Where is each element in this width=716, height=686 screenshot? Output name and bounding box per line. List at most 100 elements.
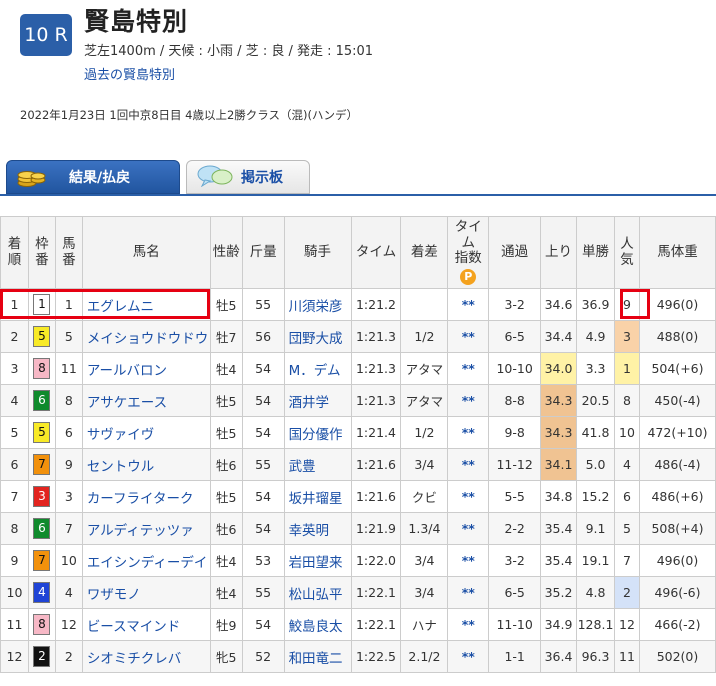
cell-body: 488(0) xyxy=(638,320,716,353)
jockey-link[interactable]: 幸英明 xyxy=(283,512,352,545)
cell-weight: 52 xyxy=(241,640,285,673)
cell-waku: 7 xyxy=(27,544,56,577)
tab-board[interactable]: 掲示板 xyxy=(186,160,310,194)
results-table: 着順 枠番 馬番 馬名 性齢 斤量 騎手 タイム 着差 タイム 指数 P 通過 上り… xyxy=(0,216,716,673)
cell-weight: 56 xyxy=(241,320,285,353)
cell-umaban: 3 xyxy=(54,480,83,513)
horse-name-link[interactable]: エイシンディーデイ xyxy=(81,544,211,577)
tab-result-label: 結果/払戻 xyxy=(69,170,131,186)
cell-sexage: 牝5 xyxy=(209,640,243,673)
cell-rank: 7 xyxy=(0,480,29,513)
jockey-link[interactable]: 国分優作 xyxy=(283,416,352,449)
cell-passing: 10-10 xyxy=(488,352,542,385)
jockey-link[interactable]: 団野大成 xyxy=(283,320,352,353)
race-number-badge: 10 R xyxy=(20,14,72,56)
cell-passing: 3-2 xyxy=(488,544,542,577)
waku-badge: 7 xyxy=(33,550,51,571)
table-row: 8 6 7 アルディテッツァ 牡6 54 幸英明 1:21.9 1.3/4 ** 2-2 35.4 9.… xyxy=(0,512,716,545)
jockey-link[interactable]: M．デム xyxy=(283,352,352,385)
cell-last3f: 34.3 xyxy=(540,416,578,449)
cell-weight: 54 xyxy=(241,512,285,545)
cell-umaban: 11 xyxy=(54,352,83,385)
cell-time: 1:21.6 xyxy=(350,448,402,481)
cell-index: ** xyxy=(447,544,490,577)
cell-index: ** xyxy=(447,384,490,417)
cell-pop: 5 xyxy=(614,512,640,545)
horse-name-link[interactable]: ビースマインド xyxy=(81,608,211,641)
cell-sexage: 牡6 xyxy=(209,448,243,481)
cell-odds: 96.3 xyxy=(576,640,615,673)
cell-weight: 54 xyxy=(241,384,285,417)
cell-body: 496(0) xyxy=(638,288,716,321)
jockey-link[interactable]: 酒井学 xyxy=(283,384,352,417)
cell-body: 502(0) xyxy=(638,640,716,673)
cell-passing: 8-8 xyxy=(488,384,542,417)
cell-pop: 7 xyxy=(614,544,640,577)
table-row: 6 7 9 セントウル 牡6 55 武豊 1:21.6 3/4 ** 11-12 34.1 5.0 4 48… xyxy=(0,448,716,481)
col-name: 馬名 xyxy=(81,216,211,289)
cell-waku: 7 xyxy=(27,448,56,481)
horse-name-link[interactable]: カーフライターク xyxy=(81,480,211,513)
cell-umaban: 10 xyxy=(54,544,83,577)
cell-passing: 6-5 xyxy=(488,320,542,353)
highlight-winner-name xyxy=(0,289,210,319)
cell-passing: 1-1 xyxy=(488,640,542,673)
cell-last3f: 34.0 xyxy=(540,352,578,385)
waku-badge: 4 xyxy=(33,582,51,603)
col-rank: 着順 xyxy=(0,216,29,289)
cell-body: 496(0) xyxy=(638,544,716,577)
cell-last3f: 34.3 xyxy=(540,384,578,417)
horse-name-link[interactable]: アールバロン xyxy=(81,352,211,385)
cell-rank: 5 xyxy=(0,416,29,449)
cell-sexage: 牡7 xyxy=(209,320,243,353)
cell-weight: 54 xyxy=(241,416,285,449)
past-races-link[interactable]: 過去の賢島特別 xyxy=(84,64,175,83)
cell-last3f: 34.6 xyxy=(540,288,578,321)
cell-last3f: 34.4 xyxy=(540,320,578,353)
cell-waku: 8 xyxy=(27,608,56,641)
horse-name-link[interactable]: サヴァイヴ xyxy=(81,416,211,449)
jockey-link[interactable]: 鮫島良太 xyxy=(283,608,352,641)
cell-odds: 3.3 xyxy=(576,352,615,385)
cell-sexage: 牡4 xyxy=(209,576,243,609)
col-jockey: 騎手 xyxy=(283,216,352,289)
waku-badge: 6 xyxy=(33,518,51,539)
table-row: 10 4 4 ワザモノ 牡4 55 松山弘平 1:22.1 3/4 ** 6-5 35.2 4.8 2 49… xyxy=(0,576,716,609)
horse-name-link[interactable]: アサケエース xyxy=(81,384,211,417)
jockey-link[interactable]: 武豊 xyxy=(283,448,352,481)
horse-name-link[interactable]: セントウル xyxy=(81,448,211,481)
cell-pop: 8 xyxy=(614,384,640,417)
cell-passing: 2-2 xyxy=(488,512,542,545)
premium-p-icon: P xyxy=(460,268,477,285)
jockey-link[interactable]: 松山弘平 xyxy=(283,576,352,609)
cell-time: 1:21.3 xyxy=(350,384,402,417)
horse-name-link[interactable]: シオミチクレバ xyxy=(81,640,211,673)
waku-badge: 7 xyxy=(33,454,51,475)
cell-time: 1:21.2 xyxy=(350,288,402,321)
table-row: 11 8 12 ビースマインド 牡9 54 鮫島良太 1:22.1 ハナ ** 11-10 34.9 1… xyxy=(0,608,716,641)
cell-last3f: 34.1 xyxy=(540,448,578,481)
cell-last3f: 35.4 xyxy=(540,544,578,577)
horse-name-link[interactable]: メイショウドウドウ xyxy=(81,320,211,353)
cell-body: 450(-4) xyxy=(638,384,716,417)
horse-name-link[interactable]: アルディテッツァ xyxy=(81,512,211,545)
horse-name-link[interactable]: ワザモノ xyxy=(81,576,211,609)
jockey-link[interactable]: 岩田望来 xyxy=(283,544,352,577)
cell-margin: 1/2 xyxy=(400,416,449,449)
col-pop: 人気 xyxy=(614,216,640,289)
highlight-winner-pop xyxy=(620,289,650,319)
cell-umaban: 6 xyxy=(54,416,83,449)
cell-rank: 8 xyxy=(0,512,29,545)
jockey-link[interactable]: 川須栄彦 xyxy=(283,288,352,321)
cell-odds: 5.0 xyxy=(576,448,615,481)
cell-umaban: 12 xyxy=(54,608,83,641)
jockey-link[interactable]: 和田竜二 xyxy=(283,640,352,673)
coins-icon xyxy=(17,162,47,192)
cell-index: ** xyxy=(447,416,490,449)
cell-waku: 5 xyxy=(27,320,56,353)
jockey-link[interactable]: 坂井瑠星 xyxy=(283,480,352,513)
tab-result[interactable]: 結果/払戻 xyxy=(6,160,180,194)
cell-time: 1:21.6 xyxy=(350,480,402,513)
cell-margin xyxy=(400,288,449,321)
cell-index: ** xyxy=(447,288,490,321)
